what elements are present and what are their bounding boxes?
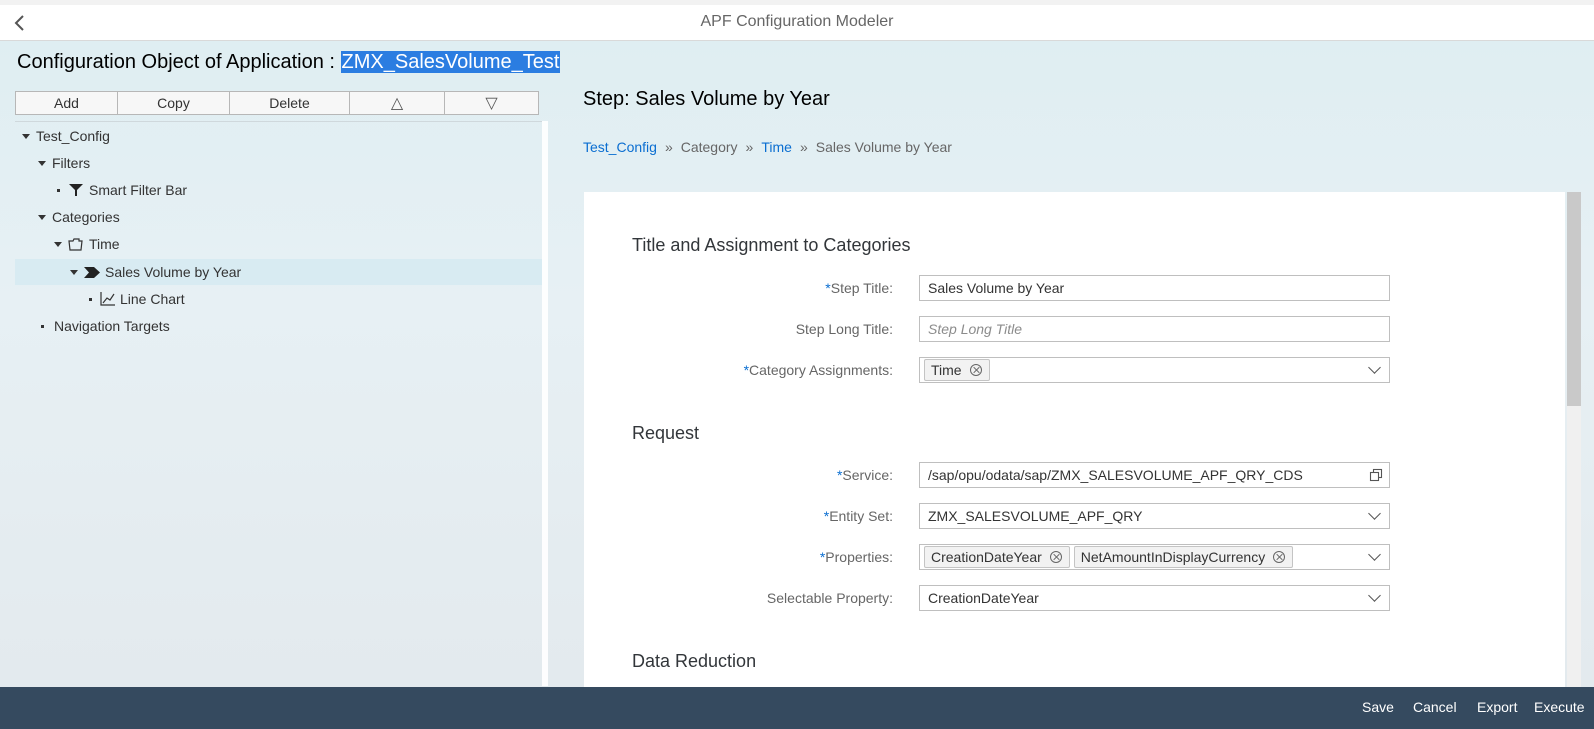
shell-bar: APF Configuration Modeler [0, 5, 1594, 41]
token-time[interactable]: Time [924, 359, 990, 381]
form-scrollbar-thumb[interactable] [1567, 192, 1581, 406]
breadcrumb-link-config[interactable]: Test_Config [583, 139, 657, 155]
tree-item-line-chart[interactable]: Line Chart [15, 286, 542, 312]
chevron-down-icon[interactable] [1368, 548, 1381, 561]
tree-item-label: Categories [52, 209, 120, 225]
selectable-property-select[interactable]: CreationDateYear [919, 585, 1390, 611]
tree-item-filters[interactable]: Filters [15, 150, 542, 176]
tree-item-label: Sales Volume by Year [105, 264, 242, 280]
cancel-button[interactable]: Cancel [1413, 699, 1457, 715]
add-button[interactable]: Add [15, 91, 118, 115]
tree-item-label: Navigation Targets [54, 318, 170, 334]
leaf-bullet-icon [57, 188, 60, 192]
selectable-property-label: Selectable Property: [766, 590, 893, 606]
tree-item-test-config[interactable]: Test_Config [15, 123, 542, 149]
service-label: *Service: [837, 467, 893, 483]
breadcrumb-current: Sales Volume by Year [815, 139, 952, 155]
page-header: Configuration Object of Application : ZM… [17, 51, 561, 74]
chevron-down-icon[interactable] [1368, 589, 1381, 602]
chevron-down-icon[interactable] [1368, 507, 1381, 520]
tree-item-time[interactable]: Time [15, 231, 542, 257]
category-assignments-label: *Category Assignments: [744, 362, 893, 378]
caret-down-icon[interactable] [22, 133, 30, 139]
service-input[interactable]: /sap/opu/odata/sap/ZMX_SALESVOLUME_APF_Q… [919, 462, 1390, 488]
app-title: APF Configuration Modeler [700, 13, 894, 30]
step-title-input[interactable]: Sales Volume by Year [919, 275, 1390, 301]
remove-token-icon[interactable] [1273, 551, 1286, 563]
step-arrow-icon [84, 266, 100, 278]
remove-token-icon[interactable] [969, 364, 982, 376]
service-label-text: Service: [842, 467, 893, 483]
double-chevron-right-icon: » [745, 139, 754, 155]
tree-item-label: Line Chart [120, 291, 185, 307]
breadcrumb-link-time[interactable]: Time [761, 139, 792, 155]
leaf-bullet-icon [89, 297, 92, 301]
tree-item-label: Filters [52, 155, 91, 171]
caret-down-icon[interactable] [38, 214, 46, 220]
footer-toolbar: Save Cancel Export Execute [0, 687, 1594, 729]
caret-down-icon[interactable] [38, 160, 46, 166]
leaf-bullet-icon [41, 324, 44, 328]
service-value: /sap/opu/odata/sap/ZMX_SALESVOLUME_APF_Q… [928, 467, 1303, 483]
export-button[interactable]: Export [1477, 699, 1517, 715]
token-label: NetAmountInDisplayCurrency [1080, 549, 1266, 565]
step-title-label-text: Step Title: [830, 280, 893, 296]
tree-item-categories[interactable]: Categories [15, 204, 542, 230]
entity-set-label-text: Entity Set: [829, 508, 893, 524]
token-creation-date-year[interactable]: CreationDateYear [924, 546, 1070, 568]
chevron-down-icon[interactable] [1368, 361, 1381, 374]
step-title-label: *Step Title: [825, 280, 893, 296]
tree-toolbar: Add Copy Delete △ ▽ [15, 91, 539, 117]
tree-item-navigation-targets[interactable]: Navigation Targets [15, 313, 542, 339]
token-label: Time [931, 362, 962, 378]
save-button[interactable]: Save [1362, 699, 1394, 715]
caret-down-icon[interactable] [70, 269, 78, 275]
category-folder-icon [68, 237, 83, 251]
page-header-prefix: Configuration Object of Application : [17, 51, 341, 73]
tree-item-label: Time [89, 236, 120, 252]
properties-multicombobox[interactable]: CreationDateYear NetAmountInDisplayCurre… [919, 544, 1390, 570]
main-content: Configuration Object of Application : ZM… [0, 41, 1594, 687]
step-long-title-input[interactable]: Step Long Title [919, 316, 1390, 342]
category-assignments-multicombobox[interactable]: Time [919, 357, 1390, 383]
category-assignments-label-text: Category Assignments: [749, 362, 893, 378]
entity-set-value: ZMX_SALESVOLUME_APF_QRY [928, 508, 1143, 524]
token-label: CreationDateYear [931, 549, 1042, 565]
entity-set-select[interactable]: ZMX_SALESVOLUME_APF_QRY [919, 503, 1390, 529]
properties-label-text: Properties: [825, 549, 893, 565]
application-id[interactable]: ZMX_SalesVolume_Test [340, 51, 561, 73]
tree-item-sales-volume-by-year[interactable]: Sales Volume by Year [15, 259, 542, 285]
breadcrumb-text-category: Category [680, 139, 738, 155]
step-long-title-placeholder: Step Long Title [928, 321, 1023, 337]
tree-item-smart-filter-bar[interactable]: Smart Filter Bar [15, 177, 542, 203]
value-help-icon[interactable] [1369, 468, 1383, 482]
breadcrumb: Test_Config » Category » Time » Sales Vo… [583, 139, 952, 155]
selectable-property-value: CreationDateYear [928, 590, 1039, 606]
delete-button[interactable]: Delete [229, 91, 350, 115]
section-title-data-reduction: Data Reduction [632, 651, 757, 671]
properties-label: *Properties: [820, 549, 893, 565]
copy-button[interactable]: Copy [117, 91, 230, 115]
filter-icon [69, 184, 83, 196]
section-title-request: Request [632, 423, 700, 443]
double-chevron-right-icon: » [664, 139, 673, 155]
step-long-title-label: Step Long Title: [795, 321, 893, 337]
step-title-heading: Step: Sales Volume by Year [583, 88, 830, 110]
token-net-amount[interactable]: NetAmountInDisplayCurrency [1073, 546, 1294, 568]
double-chevron-right-icon: » [799, 139, 808, 155]
step-detail-form: Title and Assignment to Categories *Step… [584, 192, 1565, 687]
step-title-value: Sales Volume by Year [928, 280, 1065, 296]
move-up-button[interactable]: △ [349, 91, 445, 115]
configuration-tree: Test_Config Filters Smart Filter Bar Cat… [15, 121, 542, 687]
line-chart-icon [100, 292, 115, 306]
caret-down-icon[interactable] [54, 241, 62, 247]
entity-set-label: *Entity Set: [824, 508, 893, 524]
tree-scrollbar[interactable] [542, 121, 548, 686]
section-title-assignment: Title and Assignment to Categories [632, 235, 911, 255]
remove-token-icon[interactable] [1049, 551, 1062, 563]
tree-item-label: Smart Filter Bar [89, 182, 188, 198]
move-down-button[interactable]: ▽ [444, 91, 539, 115]
tree-item-label: Test_Config [36, 128, 110, 144]
execute-button[interactable]: Execute [1534, 699, 1585, 715]
